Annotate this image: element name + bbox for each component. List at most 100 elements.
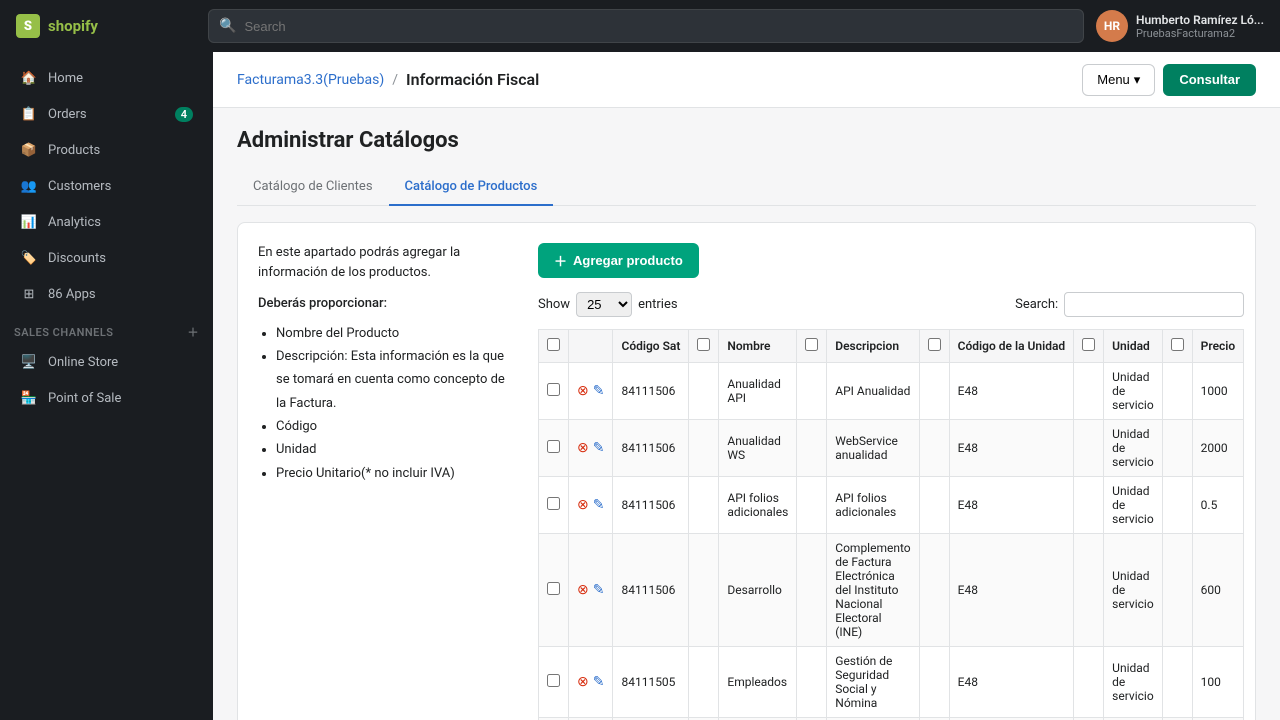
row-nombre: Empleados <box>719 647 797 718</box>
user-menu[interactable]: HR Humberto Ramírez Ló... PruebasFactura… <box>1096 10 1264 42</box>
sidebar-item-products[interactable]: 📦 Products <box>6 133 207 167</box>
delete-icon[interactable]: ⊗ <box>577 582 589 598</box>
row-checkbox-1[interactable] <box>547 440 560 453</box>
consultar-button[interactable]: Consultar <box>1163 64 1256 96</box>
check-precio-checkbox[interactable] <box>1171 338 1184 351</box>
search-field: Search: <box>1015 292 1244 317</box>
add-product-label: Agregar producto <box>573 253 683 268</box>
list-item: Nombre del Producto <box>276 322 518 345</box>
row-check2 <box>689 647 719 718</box>
check-desc-checkbox[interactable] <box>805 338 818 351</box>
th-check-all <box>539 330 569 363</box>
breadcrumb: Facturama3.3(Pruebas) / Información Fisc… <box>237 70 539 89</box>
add-product-button[interactable]: ＋ Agregar producto <box>538 243 699 278</box>
add-channel-icon[interactable]: ＋ <box>188 324 200 340</box>
page-title: Administrar Catálogos <box>237 128 1256 153</box>
row-check5 <box>1074 363 1104 420</box>
row-descripcion: API Anualidad <box>827 363 919 420</box>
row-descripcion: API folios adicionales <box>827 477 919 534</box>
table-row: ⊗ ✎ 84111505 Empleados Gestión de Seguri… <box>539 647 1244 718</box>
row-check-cell <box>539 363 569 420</box>
row-codigo-sat: 84111505 <box>613 647 689 718</box>
shopify-logo[interactable]: S shopify <box>16 14 196 38</box>
list-item: Descripción: Esta información es la que … <box>276 345 518 415</box>
check-unidad-checkbox[interactable] <box>1082 338 1095 351</box>
table-search-input[interactable] <box>1064 292 1244 317</box>
user-subtitle: PruebasFacturama2 <box>1136 27 1264 40</box>
edit-icon[interactable]: ✎ <box>593 440 605 456</box>
row-check4 <box>919 420 949 477</box>
delete-icon[interactable]: ⊗ <box>577 497 589 513</box>
search-input[interactable] <box>244 19 1073 34</box>
search-bar[interactable]: 🔍 <box>208 9 1084 43</box>
row-unidad: Unidad de servicio <box>1104 477 1163 534</box>
th-nombre: Nombre <box>719 330 797 363</box>
analytics-icon: 📊 <box>20 213 38 231</box>
breadcrumb-separator: / <box>392 72 398 88</box>
row-precio: 1000 <box>1192 363 1244 420</box>
sidebar-item-point-of-sale[interactable]: 🏪 Point of Sale <box>6 381 207 415</box>
row-check5 <box>1074 647 1104 718</box>
breadcrumb-link[interactable]: Facturama3.3(Pruebas) <box>237 72 384 88</box>
tab-productos[interactable]: Catálogo de Productos <box>389 169 554 206</box>
row-nombre: Desarrollo <box>719 534 797 647</box>
row-unidad: Unidad de servicio <box>1104 363 1163 420</box>
sidebar-item-home[interactable]: 🏠 Home <box>6 61 207 95</box>
check-nombre-checkbox[interactable] <box>697 338 710 351</box>
main-content: Facturama3.3(Pruebas) / Información Fisc… <box>213 52 1280 720</box>
check-codigo-checkbox[interactable] <box>928 338 941 351</box>
row-actions-cell: ⊗ ✎ <box>569 420 613 477</box>
row-checkbox-4[interactable] <box>547 674 560 687</box>
delete-icon[interactable]: ⊗ <box>577 440 589 456</box>
search-icon: 🔍 <box>219 18 236 34</box>
row-check4 <box>919 647 949 718</box>
row-checkbox-0[interactable] <box>547 383 560 396</box>
row-check2 <box>689 477 719 534</box>
home-icon: 🏠 <box>20 69 38 87</box>
tab-clientes[interactable]: Catálogo de Clientes <box>237 169 389 206</box>
row-check-cell <box>539 647 569 718</box>
sidebar-label-analytics: Analytics <box>48 215 101 230</box>
sidebar: 🏠 Home 📋 Orders 4 📦 Products 👥 Customers… <box>0 52 213 720</box>
table-row: ⊗ ✎ 84111506 Anualidad WS WebService anu… <box>539 420 1244 477</box>
sidebar-item-analytics[interactable]: 📊 Analytics <box>6 205 207 239</box>
breadcrumb-current: Información Fiscal <box>406 70 539 89</box>
edit-icon[interactable]: ✎ <box>593 674 605 690</box>
sidebar-item-apps[interactable]: ⊞ 86 Apps <box>6 277 207 311</box>
sidebar-item-orders[interactable]: 📋 Orders 4 <box>6 97 207 131</box>
row-descripcion: WebService anualidad <box>827 420 919 477</box>
sidebar-label-apps: 86 Apps <box>48 287 96 302</box>
list-item: Código <box>276 415 518 438</box>
row-checkbox-2[interactable] <box>547 497 560 510</box>
row-precio: 0.5 <box>1192 477 1244 534</box>
edit-icon[interactable]: ✎ <box>593 383 605 399</box>
row-codigo-unidad: E48 <box>949 534 1074 647</box>
row-actions-cell: ⊗ ✎ <box>569 477 613 534</box>
sidebar-label-point-of-sale: Point of Sale <box>48 391 121 406</box>
sidebar-label-online-store: Online Store <box>48 355 118 370</box>
row-checkbox-3[interactable] <box>547 582 560 595</box>
online-store-icon: 🖥️ <box>20 353 38 371</box>
sidebar-item-online-store[interactable]: 🖥️ Online Store <box>6 345 207 379</box>
delete-icon[interactable]: ⊗ <box>577 674 589 690</box>
row-descripcion: Complemento de Factura Electrónica del I… <box>827 534 919 647</box>
table-row: ⊗ ✎ 84111506 Anualidad API API Anualidad… <box>539 363 1244 420</box>
delete-icon[interactable]: ⊗ <box>577 383 589 399</box>
info-description: En este apartado podrás agregar la infor… <box>258 243 518 282</box>
menu-button[interactable]: Menu ▾ <box>1082 64 1155 96</box>
table-row: ⊗ ✎ 84111506 API folios adicionales API … <box>539 477 1244 534</box>
entries-select[interactable]: 25 50 100 <box>576 292 632 317</box>
row-codigo-sat: 84111506 <box>613 420 689 477</box>
edit-icon[interactable]: ✎ <box>593 582 605 598</box>
sidebar-label-customers: Customers <box>48 179 111 194</box>
row-codigo-unidad: E48 <box>949 420 1074 477</box>
sidebar-item-discounts[interactable]: 🏷️ Discounts <box>6 241 207 275</box>
apps-icon: ⊞ <box>20 285 38 303</box>
products-table: Código Sat Nombre Descripcion Código de … <box>538 329 1244 720</box>
entries-label: entries <box>638 297 678 312</box>
check-all-checkbox[interactable] <box>547 338 560 351</box>
table-panel: ＋ Agregar producto Show 25 50 100 entrie… <box>538 243 1244 720</box>
row-check3 <box>797 363 827 420</box>
sidebar-item-customers[interactable]: 👥 Customers <box>6 169 207 203</box>
edit-icon[interactable]: ✎ <box>593 497 605 513</box>
